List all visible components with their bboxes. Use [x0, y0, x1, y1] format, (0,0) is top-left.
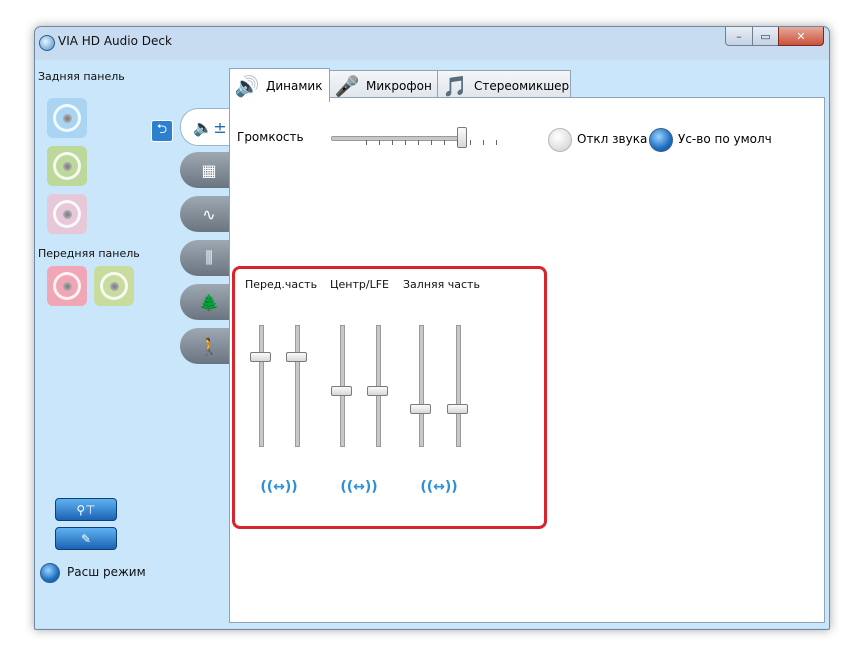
channel-slider-track[interactable]	[456, 325, 461, 447]
jack-hole	[62, 281, 72, 291]
volume-tick	[431, 140, 432, 145]
volume-tick	[457, 140, 458, 145]
volume-slider-thumb[interactable]	[457, 127, 468, 148]
undo-icon: ⮌	[156, 122, 168, 137]
tab-microphone-label: Микрофон	[366, 79, 432, 93]
advanced-mode-radio[interactable]	[40, 563, 60, 583]
jack-ring	[53, 104, 81, 132]
volume-tick	[379, 140, 380, 145]
jack-hole	[62, 209, 72, 219]
mute-label: Откл звука	[577, 132, 648, 146]
close-button[interactable]: ✕	[778, 27, 824, 46]
jack-ring	[53, 272, 81, 300]
volume-tick	[418, 140, 419, 145]
default-device-radio[interactable]	[649, 128, 673, 152]
advanced-mode-label: Расш режим	[67, 565, 146, 579]
center-link-icon[interactable]: ((↔))	[339, 479, 379, 497]
connectors-icon: ⚲⊤	[76, 502, 96, 517]
forest-icon: 🌲	[199, 292, 219, 312]
channel-slider-thumb[interactable]	[367, 386, 388, 396]
rear-jack-blue[interactable]	[47, 98, 87, 138]
microphone-icon: 🎤	[334, 74, 360, 98]
volume-tick	[405, 140, 406, 145]
equalizer-icon: ⫼	[205, 248, 213, 267]
sine-wave-icon: ∿	[202, 204, 216, 224]
channel-slider-thumb[interactable]	[250, 352, 271, 363]
listener-icon: 🚶	[199, 336, 219, 356]
jack-hole	[109, 281, 119, 291]
front-jack-pink[interactable]	[47, 266, 87, 306]
volume-tick	[496, 140, 497, 145]
rear-jack-pink[interactable]	[47, 194, 87, 234]
wrench-icon: ✎	[80, 531, 92, 546]
app-icon	[39, 35, 55, 51]
jack-ring	[53, 200, 81, 228]
tab-speaker-label: Динамик	[266, 78, 323, 93]
speaker-grid-icon: ▦	[201, 160, 217, 180]
maximize-button[interactable]: ▭	[752, 27, 779, 46]
front-link-icon[interactable]: ((↔))	[259, 479, 299, 497]
channel-slider-track[interactable]	[419, 325, 424, 447]
back-button[interactable]: ⮌	[151, 120, 173, 142]
channel-slider-track[interactable]	[295, 325, 300, 447]
speaker-icon: 🔊	[234, 73, 260, 98]
title-bar[interactable]: VIA HD Audio Deck – ▭ ✕	[35, 27, 829, 57]
channel-label-rear: Залняя часть	[403, 278, 480, 291]
jack-ring	[100, 272, 128, 300]
minimize-button[interactable]: –	[725, 27, 753, 46]
volume-tick	[392, 140, 393, 145]
front-panel-title: Передняя панель	[38, 247, 140, 260]
music-icon: 🎵	[442, 74, 468, 98]
window-title: VIA HD Audio Deck	[58, 34, 172, 48]
rear-link-icon[interactable]: ((↔))	[419, 479, 459, 497]
volume-tick	[483, 140, 484, 145]
volume-tick	[444, 140, 445, 145]
front-jack-green[interactable]	[94, 266, 134, 306]
rear-panel-title: Задняя панель	[38, 70, 125, 83]
mute-radio[interactable]	[548, 128, 572, 152]
tools-button[interactable]: ✎	[55, 527, 117, 550]
jack-hole	[62, 161, 72, 171]
speaker-volume-icon: 🔈±	[193, 117, 227, 137]
jack-ring	[53, 152, 81, 180]
channel-slider-track[interactable]	[259, 325, 264, 447]
jack-hole	[62, 113, 72, 123]
volume-label: Громкость	[237, 130, 304, 144]
tab-stereo-mixer-label: Стереомикшер	[474, 79, 570, 93]
default-device-label: Ус-во по умолч	[678, 132, 772, 146]
volume-tick	[366, 140, 367, 145]
channel-slider-thumb[interactable]	[447, 404, 468, 414]
channel-slider-thumb[interactable]	[410, 404, 431, 414]
volume-tick	[470, 140, 471, 145]
channel-label-center: Центр/LFE	[330, 278, 390, 291]
connector-settings-button[interactable]: ⚲⊤	[55, 498, 117, 521]
channel-label-front: Перед.часть	[245, 278, 318, 291]
channel-slider-thumb[interactable]	[286, 352, 307, 363]
tab-speaker[interactable]: 🔊 Динамик	[229, 68, 330, 102]
channel-slider-thumb[interactable]	[331, 386, 352, 396]
rear-jack-green[interactable]	[47, 146, 87, 186]
